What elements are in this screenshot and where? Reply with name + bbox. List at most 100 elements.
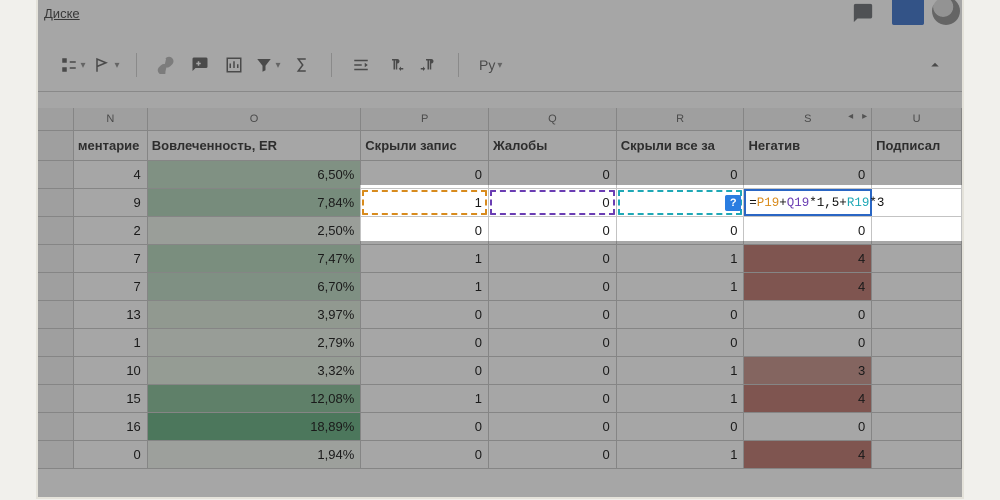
cell-S[interactable]: 3 xyxy=(744,357,872,384)
cell-N[interactable]: 15 xyxy=(74,385,148,412)
column-header-P[interactable]: P xyxy=(361,108,489,130)
cell-U[interactable] xyxy=(872,245,962,272)
script-py-button[interactable]: Py▾ xyxy=(475,52,506,78)
cell-S[interactable]: 4 xyxy=(744,441,872,468)
ltr-icon[interactable] xyxy=(382,52,408,78)
cell-R[interactable]: 1 xyxy=(617,441,745,468)
link-icon[interactable] xyxy=(153,52,179,78)
cell-P[interactable]: 0 xyxy=(361,301,489,328)
cell-U[interactable] xyxy=(872,217,962,244)
row-header[interactable] xyxy=(38,385,74,412)
cell-S[interactable]: 4 xyxy=(744,385,872,412)
cell-O[interactable]: 1,94% xyxy=(148,441,362,468)
cell-U[interactable] xyxy=(872,441,962,468)
row-header[interactable] xyxy=(38,301,74,328)
add-comment-icon[interactable] xyxy=(187,52,213,78)
cell-O[interactable]: 12,08% xyxy=(148,385,362,412)
row-header[interactable] xyxy=(38,329,74,356)
cell-Q[interactable]: 0 xyxy=(489,385,617,412)
cell-R[interactable]: 0 xyxy=(617,413,745,440)
cell-R[interactable]: ? xyxy=(617,189,745,216)
cell-N[interactable]: 0 xyxy=(74,441,148,468)
cell-P[interactable]: 1 xyxy=(361,385,489,412)
cell-R[interactable]: 1 xyxy=(617,273,745,300)
cell-U[interactable] xyxy=(872,357,962,384)
cell-S[interactable]: 4 xyxy=(744,245,872,272)
cell-R[interactable]: 1 xyxy=(617,245,745,272)
cell-O[interactable]: 18,89% xyxy=(148,413,362,440)
cell-S[interactable]: 0 xyxy=(744,329,872,356)
formula-hint-icon[interactable]: ? xyxy=(725,195,741,211)
cell-Q[interactable]: 0 xyxy=(489,245,617,272)
cell-U[interactable] xyxy=(872,385,962,412)
row-header[interactable] xyxy=(38,217,74,244)
column-header-R[interactable]: R xyxy=(617,108,745,130)
row-header[interactable] xyxy=(38,273,74,300)
column-header-S[interactable]: S◂▸ xyxy=(744,108,872,130)
cell-N[interactable]: 7 xyxy=(74,273,148,300)
insert-chart-icon[interactable] xyxy=(221,52,247,78)
row-header[interactable] xyxy=(38,413,74,440)
cell-N[interactable]: 1 xyxy=(74,329,148,356)
row-header[interactable] xyxy=(38,161,74,188)
cell-O[interactable]: 6,70% xyxy=(148,273,362,300)
cell-R[interactable]: 0 xyxy=(617,329,745,356)
cell-R[interactable]: 0 xyxy=(617,217,745,244)
cell-P[interactable]: 1 xyxy=(361,273,489,300)
column-header-N[interactable]: N xyxy=(74,108,148,130)
cell-O[interactable]: 3,32% xyxy=(148,357,362,384)
cell-P[interactable]: 1 xyxy=(361,245,489,272)
cell-S[interactable]: 0 xyxy=(744,301,872,328)
cell-U[interactable] xyxy=(872,189,962,216)
cell-S[interactable]: 0 xyxy=(744,217,872,244)
cell-O[interactable]: 6,50% xyxy=(148,161,362,188)
cell-N[interactable]: 7 xyxy=(74,245,148,272)
flag-icon[interactable]: ▾ xyxy=(94,52,120,78)
cell-O[interactable]: 7,47% xyxy=(148,245,362,272)
spreadsheet[interactable]: NOPQRS◂▸U ментариеВовлеченность, ERСкрыл… xyxy=(38,108,962,497)
cell-N[interactable]: 10 xyxy=(74,357,148,384)
active-formula-cell[interactable]: =P19+Q19*1,5+R19*3 xyxy=(744,189,872,216)
row-header[interactable] xyxy=(38,245,74,272)
cell-P[interactable]: 1 xyxy=(361,189,489,216)
rtl-icon[interactable] xyxy=(416,52,442,78)
cell-R[interactable]: 1 xyxy=(617,357,745,384)
share-button[interactable] xyxy=(892,0,924,25)
cell-P[interactable]: 0 xyxy=(361,413,489,440)
avatar[interactable] xyxy=(932,0,960,25)
cell-N[interactable]: 9 xyxy=(74,189,148,216)
cell-N[interactable]: 16 xyxy=(74,413,148,440)
cell-S[interactable]: 0 xyxy=(744,413,872,440)
column-header-O[interactable]: O xyxy=(148,108,362,130)
cell-U[interactable] xyxy=(872,329,962,356)
cell-O[interactable]: 2,50% xyxy=(148,217,362,244)
cell-U[interactable] xyxy=(872,301,962,328)
cell-Q[interactable]: 0 xyxy=(489,189,617,216)
cell-Q[interactable]: 0 xyxy=(489,273,617,300)
cell-O[interactable]: 3,97% xyxy=(148,301,362,328)
cell-Q[interactable]: 0 xyxy=(489,217,617,244)
row-header[interactable] xyxy=(38,441,74,468)
insert-row-icon[interactable]: ▾ xyxy=(60,52,86,78)
cell-Q[interactable]: 0 xyxy=(489,413,617,440)
comment-icon[interactable] xyxy=(852,2,874,24)
cell-S[interactable]: 0 xyxy=(744,161,872,188)
cell-U[interactable] xyxy=(872,273,962,300)
column-header-U[interactable]: U xyxy=(872,108,962,130)
cell-O[interactable]: 2,79% xyxy=(148,329,362,356)
sigma-icon[interactable] xyxy=(289,52,315,78)
row-header[interactable] xyxy=(38,357,74,384)
collapse-toolbar-icon[interactable] xyxy=(922,52,948,78)
row-header[interactable] xyxy=(38,189,74,216)
cell-Q[interactable]: 0 xyxy=(489,441,617,468)
cell-R[interactable]: 1 xyxy=(617,385,745,412)
cell-Q[interactable]: 0 xyxy=(489,357,617,384)
cell-Q[interactable]: 0 xyxy=(489,161,617,188)
cell-S[interactable]: 4 xyxy=(744,273,872,300)
cell-N[interactable]: 4 xyxy=(74,161,148,188)
cell-P[interactable]: 0 xyxy=(361,441,489,468)
cell-Q[interactable]: 0 xyxy=(489,301,617,328)
cell-N[interactable]: 13 xyxy=(74,301,148,328)
filter-icon[interactable]: ▾ xyxy=(255,52,281,78)
cell-Q[interactable]: 0 xyxy=(489,329,617,356)
